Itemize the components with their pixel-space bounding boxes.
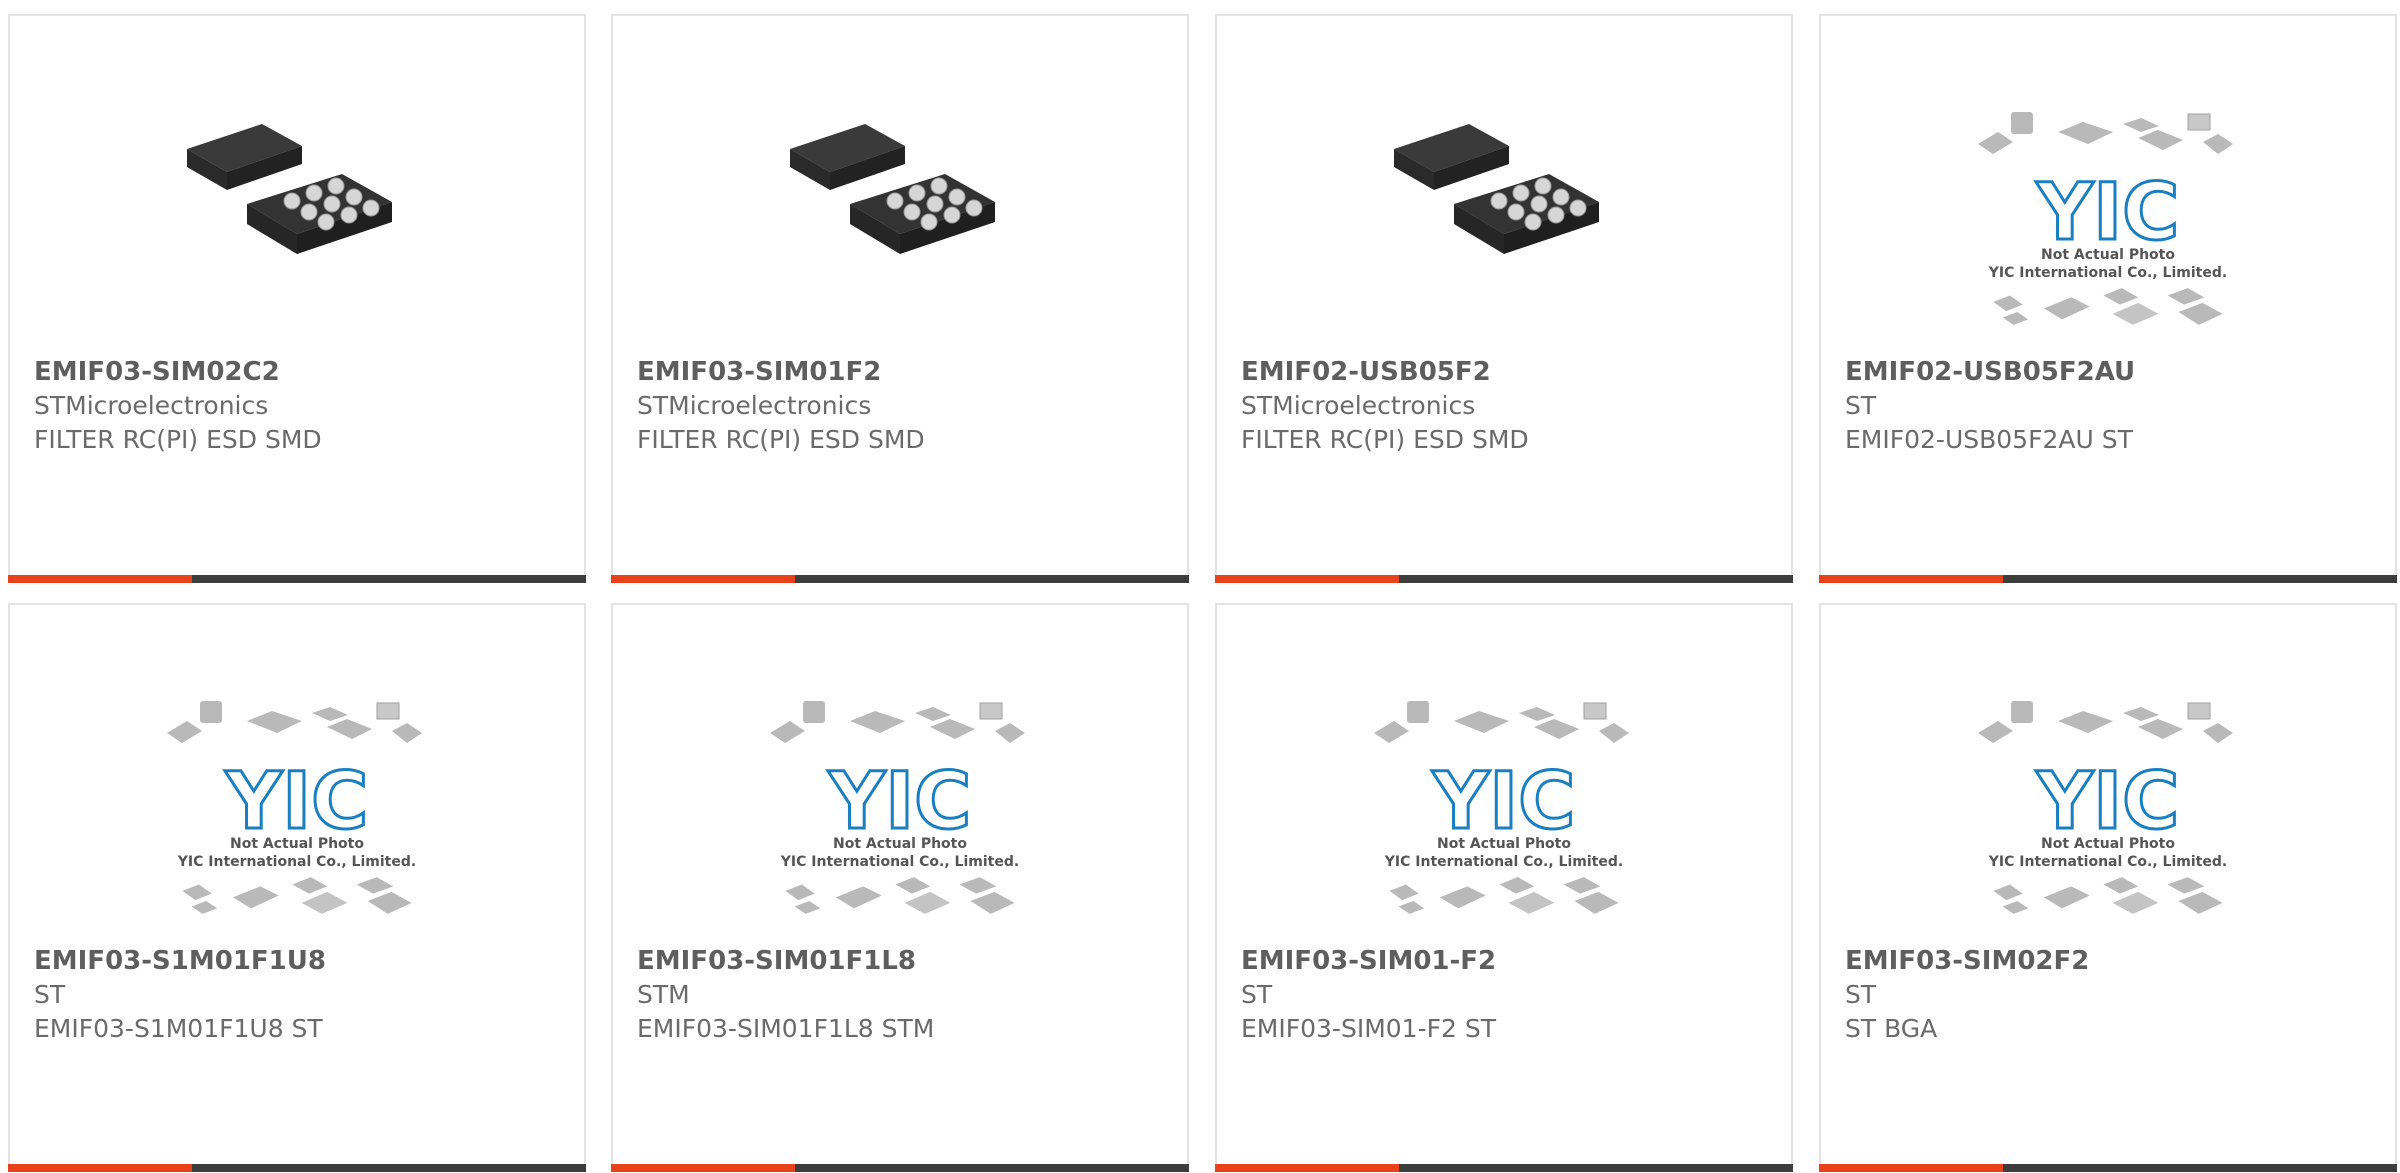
description: EMIF03-SIM01-F2 ST — [1241, 1014, 1496, 1043]
not-actual-photo-image: YIC Not Actual Photo YIC International C… — [1977, 700, 2234, 914]
manufacturer: ST — [1845, 980, 1877, 1009]
not-actual-photo-text: Not Actual Photo — [2041, 247, 2175, 263]
not-actual-photo-text: Not Actual Photo — [1437, 836, 1571, 852]
company-name-text: YIC International Co., Limited. — [1988, 265, 2227, 281]
part-number[interactable]: EMIF03-SIM01-F2 — [1241, 944, 1781, 978]
part-number[interactable]: EMIF02-USB05F2 — [1241, 355, 1781, 389]
company-name-text: YIC International Co., Limited. — [1384, 854, 1623, 870]
description: EMIF03-SIM01F1L8 STM — [637, 1014, 935, 1043]
product-image — [152, 74, 442, 334]
manufacturer: STM — [637, 980, 690, 1009]
yic-logo: YIC — [828, 757, 972, 847]
accent-bar — [1215, 575, 1399, 583]
description: FILTER RC(PI) ESD SMD — [637, 425, 925, 454]
manufacturer: STMicroelectronics — [1241, 391, 1476, 420]
manufacturer: STMicroelectronics — [34, 391, 269, 420]
part-number[interactable]: EMIF03-SIM01F1L8 — [637, 944, 1177, 978]
not-actual-photo-text: Not Actual Photo — [833, 836, 967, 852]
card-bottom-bar — [611, 575, 1189, 583]
card-bottom-bar — [1215, 575, 1793, 583]
product-card[interactable]: EMIF03-SIM02C2 STMicroelectronics FILTER… — [8, 14, 586, 583]
yic-logo: YIC — [2036, 757, 2180, 847]
accent-bar — [611, 575, 795, 583]
accent-bar — [8, 1164, 192, 1172]
part-number[interactable]: EMIF03-SIM01F2 — [637, 355, 1177, 389]
accent-bar — [611, 1164, 795, 1172]
product-grid: EMIF03-SIM02C2 STMicroelectronics FILTER… — [0, 0, 2400, 1173]
description: EMIF03-S1M01F1U8 ST — [34, 1014, 323, 1043]
product-card[interactable]: EMIF03-SIM01F2 STMicroelectronics FILTER… — [611, 14, 1189, 583]
product-card[interactable]: YIC Not Actual Photo YIC International C… — [1819, 603, 2397, 1172]
manufacturer: ST — [34, 980, 66, 1009]
card-bottom-bar — [1215, 1164, 1793, 1172]
manufacturer: STMicroelectronics — [637, 391, 872, 420]
description: ST BGA — [1845, 1014, 1938, 1043]
card-bottom-bar — [8, 1164, 586, 1172]
company-name-text: YIC International Co., Limited. — [1988, 854, 2227, 870]
manufacturer: ST — [1845, 391, 1877, 420]
product-card[interactable]: YIC Not Actual Photo YIC International C… — [1215, 603, 1793, 1172]
accent-bar — [1819, 575, 2003, 583]
part-number[interactable]: EMIF02-USB05F2AU — [1845, 355, 2385, 389]
product-card[interactable]: YIC Not Actual Photo YIC International C… — [611, 603, 1189, 1172]
not-actual-photo-text: Not Actual Photo — [230, 836, 364, 852]
product-image — [1359, 74, 1649, 334]
not-actual-photo-image: YIC Not Actual Photo YIC International C… — [769, 700, 1026, 914]
accent-bar — [1215, 1164, 1399, 1172]
product-card[interactable]: YIC Not Actual Photo YIC International C… — [8, 603, 586, 1172]
description: EMIF02-USB05F2AU ST — [1845, 425, 2133, 454]
part-number[interactable]: EMIF03-SIM02F2 — [1845, 944, 2385, 978]
part-number[interactable]: EMIF03-S1M01F1U8 — [34, 944, 574, 978]
description: FILTER RC(PI) ESD SMD — [1241, 425, 1529, 454]
card-bottom-bar — [1819, 575, 2397, 583]
card-bottom-bar — [611, 1164, 1189, 1172]
company-name-text: YIC International Co., Limited. — [780, 854, 1019, 870]
yic-logo: YIC — [2036, 168, 2180, 258]
accent-bar — [8, 575, 192, 583]
manufacturer: ST — [1241, 980, 1273, 1009]
card-bottom-bar — [8, 575, 586, 583]
not-actual-photo-image: YIC Not Actual Photo YIC International C… — [1977, 111, 2234, 325]
yic-logo: YIC — [1432, 757, 1576, 847]
not-actual-photo-text: Not Actual Photo — [2041, 836, 2175, 852]
product-card[interactable]: EMIF02-USB05F2 STMicroelectronics FILTER… — [1215, 14, 1793, 583]
card-bottom-bar — [1819, 1164, 2397, 1172]
yic-logo: YIC — [225, 757, 369, 847]
accent-bar — [1819, 1164, 2003, 1172]
description: FILTER RC(PI) ESD SMD — [34, 425, 322, 454]
product-card[interactable]: YIC Not Actual Photo YIC International C… — [1819, 14, 2397, 583]
not-actual-photo-image: YIC Not Actual Photo YIC International C… — [166, 700, 423, 914]
part-number[interactable]: EMIF03-SIM02C2 — [34, 355, 574, 389]
company-name-text: YIC International Co., Limited. — [177, 854, 416, 870]
product-image — [755, 74, 1045, 334]
not-actual-photo-image: YIC Not Actual Photo YIC International C… — [1373, 700, 1630, 914]
